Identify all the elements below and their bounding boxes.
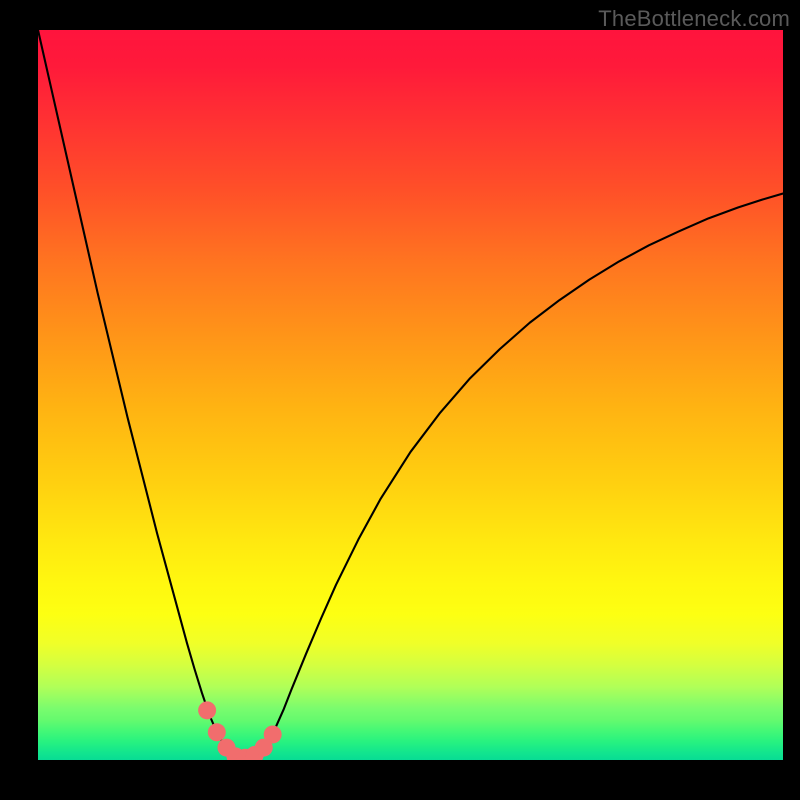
watermark-label: TheBottleneck.com bbox=[598, 6, 790, 32]
plot-background-gradient bbox=[38, 30, 783, 760]
chart-container: TheBottleneck.com bbox=[0, 0, 800, 800]
